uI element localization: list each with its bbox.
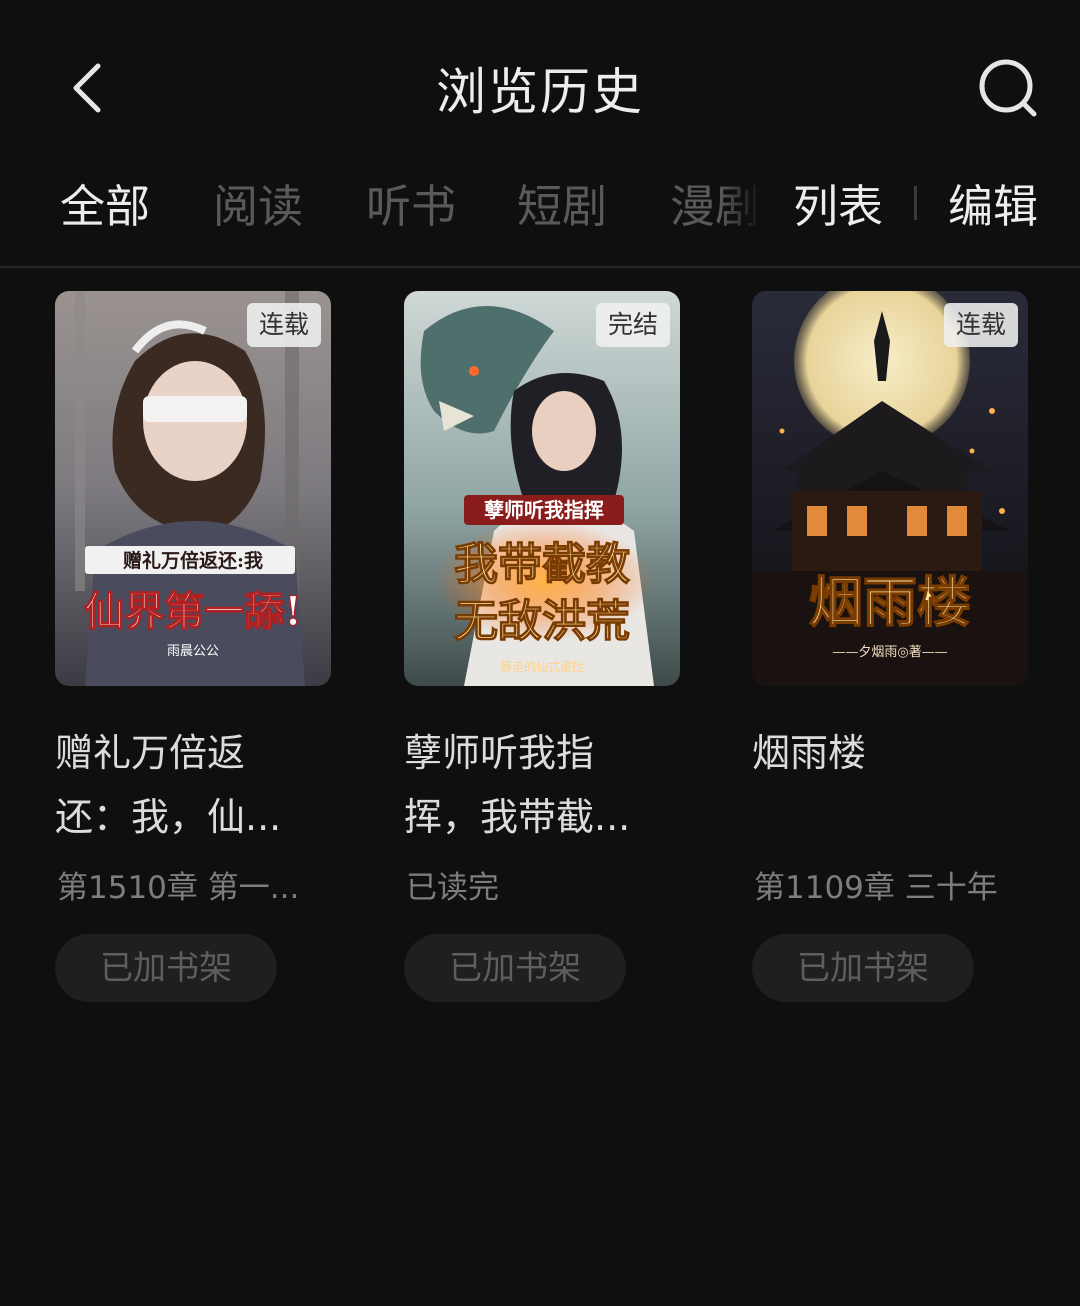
cover-subtitle: 赠礼万倍返还:我 xyxy=(123,549,263,572)
header-divider xyxy=(0,266,1080,268)
status-badge: 完结 xyxy=(595,303,670,347)
cover-main-title: 烟雨楼 xyxy=(809,570,971,634)
top-bar: 浏览历史 xyxy=(0,0,1080,170)
added-to-shelf-button[interactable]: 已加书架 xyxy=(404,934,626,1002)
edit-button[interactable]: 编辑 xyxy=(948,170,1038,235)
book-cover[interactable]: 烟雨楼 ——夕烟雨◎著—— 连载 xyxy=(752,291,1028,686)
reading-progress: 第1109章 三十年 xyxy=(754,870,998,906)
cover-main-line2: 无敌洪荒 xyxy=(454,596,630,647)
page-title: 浏览历史 xyxy=(436,63,644,121)
cover-main-title: 仙界第一舔! xyxy=(84,588,302,635)
tab-audiobook[interactable]: 听书 xyxy=(366,170,456,235)
cover-author: 雨晨公公 xyxy=(167,644,219,659)
status-badge: 连载 xyxy=(246,303,321,347)
cover-subtitle: 孽师听我指挥 xyxy=(484,498,604,522)
reading-progress: 已读完 xyxy=(406,870,499,906)
tab-separator xyxy=(914,186,917,220)
tab-all[interactable]: 全部 xyxy=(60,170,150,235)
tab-comic-drama[interactable]: 漫剧 xyxy=(670,170,762,235)
added-to-shelf-button[interactable]: 已加书架 xyxy=(55,934,277,1002)
book-cover[interactable]: 赠礼万倍返还:我 仙界第一舔! 雨晨公公 连载 xyxy=(55,291,331,686)
cover-main-line1: 我带截教 xyxy=(454,539,630,590)
cover-author: ——夕烟雨◎著—— xyxy=(832,645,947,660)
book-cover[interactable]: 孽师听我指挥 我带截教 无敌洪荒 暴走的仙式蛋挞 完结 xyxy=(404,291,680,686)
cover-author: 暴走的仙式蛋挞 xyxy=(500,659,584,674)
book-title: 烟雨楼 xyxy=(752,731,867,775)
added-to-shelf-button[interactable]: 已加书架 xyxy=(752,934,974,1002)
search-icon[interactable] xyxy=(970,52,1044,126)
tab-short-drama[interactable]: 短剧 xyxy=(517,170,607,235)
book-title: 赠礼万倍返 还：我，仙... xyxy=(55,731,282,839)
book-title: 孽师听我指 挥，我带截... xyxy=(404,731,631,839)
tab-reading[interactable]: 阅读 xyxy=(213,170,303,235)
reading-progress: 第1510章 第一... xyxy=(57,870,300,906)
list-view-button[interactable]: 列表 xyxy=(793,170,883,235)
status-badge: 连载 xyxy=(943,303,1018,347)
filter-tabs: 全部 阅读 听书 短剧 漫剧 列表 编辑 xyxy=(0,170,1080,240)
